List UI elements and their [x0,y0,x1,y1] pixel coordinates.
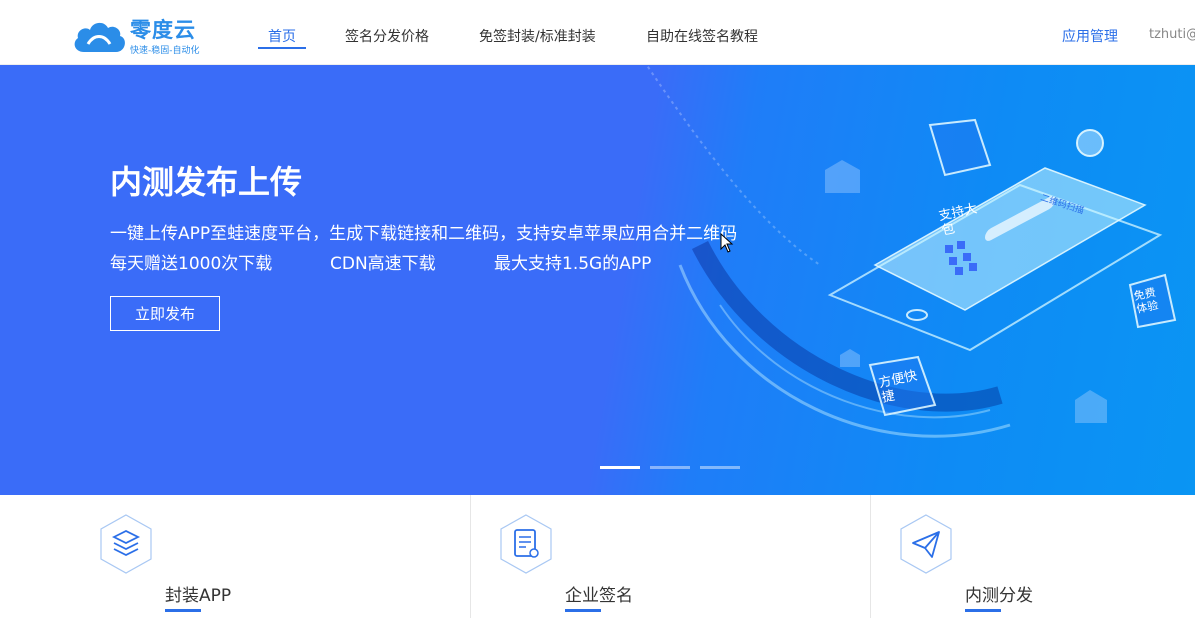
mouse-cursor-icon [720,233,734,253]
service-label: 企业签名 [565,586,633,606]
logo-title: 零度云 [130,18,196,42]
badge-large-file [928,118,992,177]
banner-title: 内测发布上传 [110,163,303,201]
app-manage-link[interactable]: 应用管理 [1062,26,1118,46]
logo[interactable]: 零度云 快速-稳固-自动化 [72,14,222,56]
phone-illustration [827,167,1163,352]
carousel-dot-1[interactable] [600,466,640,469]
carousel-dot-2[interactable] [650,466,690,469]
feature-max-size: 最大支持1.5G的APP [494,254,652,274]
feature-cdn: CDN高速下载 [330,254,436,274]
service-underline [165,609,201,612]
banner-illustration [645,65,1177,438]
nav-item-packaging[interactable]: 免签封装/标准封装 [479,26,596,46]
header: 零度云 快速-稳固-自动化 首页 签名分发价格 免签封装/标准封装 自助在线签名… [0,0,1195,65]
service-label: 内测分发 [965,586,1033,606]
service-label: 封装APP [165,586,232,606]
page: 零度云 快速-稳固-自动化 首页 签名分发价格 免签封装/标准封装 自助在线签名… [0,0,1195,618]
carousel-dot-3[interactable] [700,466,740,469]
service-card-packaging[interactable]: 封装APP [70,495,470,618]
banner-description: 一键上传APP至蛙速度平台，生成下载链接和二维码，支持安卓苹果应用合并二维码 [110,224,738,244]
certificate-icon [500,514,552,574]
service-underline [565,609,601,612]
cloud-logo-icon [74,22,125,52]
service-card-enterprise-sign[interactable]: 企业签名 [470,495,870,618]
hero-banner: 支持大包 免费体验 方便快捷 二维码扫描 内测发布上传 一键上传APP至蛙速度平… [0,65,1195,495]
nav-active-underline [258,47,306,49]
service-underline [965,609,1001,612]
feature-daily-downloads: 每天赠送1000次下载 [110,254,273,274]
paper-plane-icon [900,514,952,574]
user-account[interactable]: tzhuti@ [1149,27,1195,42]
nav-item-home[interactable]: 首页 [268,26,296,46]
services-section: 封装APP 企业签名 内测分发 [0,495,1195,618]
layers-icon [100,514,152,574]
publish-now-button[interactable]: 立即发布 [110,296,220,331]
logo-slogan: 快速-稳固-自动化 [130,46,200,56]
nav-item-pricing[interactable]: 签名分发价格 [345,26,429,46]
nav-item-tutorial[interactable]: 自助在线签名教程 [646,26,758,46]
service-card-beta-distribution[interactable]: 内测分发 [870,495,1195,618]
